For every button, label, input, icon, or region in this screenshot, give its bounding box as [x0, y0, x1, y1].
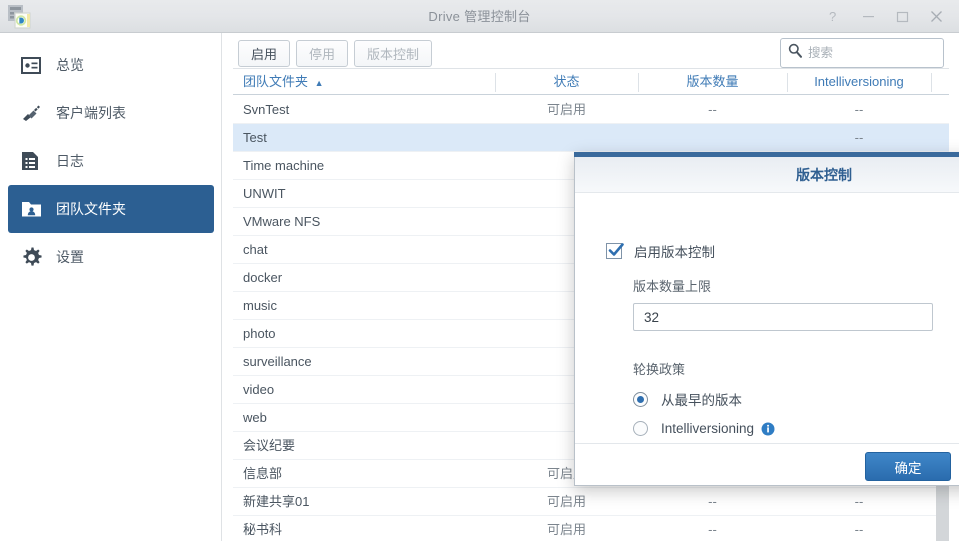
sidebar-item-client-list[interactable]: 客户端列表 — [8, 89, 214, 137]
column-header-intelliversioning[interactable]: Intelliversioning — [787, 69, 931, 95]
rotation-policy-label: 轮换政策 — [633, 359, 685, 378]
cell-version-count — [638, 124, 787, 152]
cell-team-folder: 会议纪要 — [243, 432, 295, 460]
cell-intelliversioning: -- — [787, 96, 931, 124]
ok-button[interactable]: 确定 — [865, 452, 951, 481]
column-divider[interactable] — [931, 73, 932, 92]
enable-button[interactable]: 启用 — [238, 40, 290, 67]
sidebar-item-label: 客户端列表 — [56, 103, 126, 123]
cell-team-folder: chat — [243, 236, 268, 264]
radio-intelliversioning[interactable] — [633, 421, 648, 436]
table-row[interactable]: 秘书科可启用---- — [233, 516, 949, 541]
minimize-button[interactable] — [853, 4, 883, 30]
main-content: 启用 停用 版本控制 团队文件夹 ▲ 状态 — [223, 33, 959, 541]
max-versions-label: 版本数量上限 — [633, 276, 711, 295]
cell-intelliversioning: -- — [787, 516, 931, 541]
search-input[interactable] — [808, 46, 934, 60]
column-header-team-folder[interactable]: 团队文件夹 ▲ — [243, 69, 324, 95]
maximize-button[interactable] — [887, 4, 917, 30]
cell-team-folder: surveillance — [243, 348, 312, 376]
rotation-option-label: Intelliversioning — [661, 421, 754, 436]
cell-state: 可启用 — [495, 516, 638, 541]
cell-team-folder: 秘书科 — [243, 516, 282, 541]
rotation-option-intelliversioning[interactable]: Intelliversioning — [633, 421, 775, 436]
cell-team-folder: docker — [243, 264, 282, 292]
client-list-icon — [21, 104, 47, 123]
dialog-footer: 确定 取消 — [575, 443, 959, 485]
enable-version-control-label: 启用版本控制 — [634, 241, 715, 261]
cell-team-folder: photo — [243, 320, 276, 348]
cell-team-folder: video — [243, 376, 274, 404]
cell-team-folder: Test — [243, 124, 267, 152]
table-row[interactable]: Test -- — [233, 124, 949, 152]
drive-admin-console-window: Drive 管理控制台 ? — [0, 0, 959, 541]
info-icon[interactable] — [761, 422, 775, 436]
cell-version-count: -- — [638, 488, 787, 516]
svg-text:?: ? — [829, 10, 836, 23]
sidebar: 总览 客户端列表 — [0, 33, 222, 541]
cell-team-folder: music — [243, 292, 277, 320]
sidebar-item-settings[interactable]: 设置 — [8, 233, 214, 281]
rotation-option-label: 从最早的版本 — [661, 389, 742, 409]
sidebar-item-label: 总览 — [56, 55, 84, 75]
overview-icon — [21, 57, 47, 74]
dialog-body: 启用版本控制 版本数量上限 轮换政策 从最早的版本 Intelliversion… — [575, 193, 959, 445]
cell-version-count: -- — [638, 516, 787, 541]
sidebar-item-log[interactable]: 日志 — [8, 137, 214, 185]
cell-team-folder: web — [243, 404, 267, 432]
max-versions-input[interactable] — [633, 303, 933, 331]
sidebar-item-overview[interactable]: 总览 — [8, 41, 214, 89]
table-row[interactable]: SvnTest可启用---- — [233, 96, 949, 124]
disable-button[interactable]: 停用 — [296, 40, 348, 67]
column-header-state[interactable]: 状态 — [495, 69, 638, 95]
column-header-version-count[interactable]: 版本数量 — [638, 69, 787, 95]
dialog-title: 版本控制 — [575, 157, 959, 193]
enable-version-control-checkbox[interactable] — [606, 243, 622, 259]
cell-intelliversioning: -- — [787, 124, 931, 152]
sort-asc-icon: ▲ — [315, 78, 324, 88]
rotation-option-oldest[interactable]: 从最早的版本 — [633, 389, 742, 409]
table-row[interactable]: 新建共享01可启用---- — [233, 488, 949, 516]
cell-team-folder: 新建共享01 — [243, 488, 309, 516]
close-button[interactable] — [921, 4, 951, 30]
cell-team-folder: VMware NFS — [243, 208, 320, 236]
cell-state: 可启用 — [495, 488, 638, 516]
cell-intelliversioning: -- — [787, 488, 931, 516]
radio-oldest-version[interactable] — [633, 392, 648, 407]
window-title: Drive 管理控制台 — [0, 0, 959, 33]
cell-team-folder: 信息部 — [243, 460, 282, 488]
search-box[interactable] — [780, 38, 944, 68]
sidebar-item-label: 日志 — [56, 151, 84, 171]
sidebar-item-label: 团队文件夹 — [56, 199, 126, 219]
sidebar-item-label: 设置 — [56, 247, 84, 267]
settings-gear-icon — [21, 247, 47, 268]
cell-state — [495, 124, 638, 152]
window-controls: ? — [819, 0, 951, 33]
log-icon — [21, 151, 47, 171]
version-control-button[interactable]: 版本控制 — [354, 40, 432, 67]
team-folder-icon — [21, 200, 47, 218]
table-header: 团队文件夹 ▲ 状态 版本数量 Intelliversioning — [233, 68, 949, 95]
sidebar-item-team-folder[interactable]: 团队文件夹 — [8, 185, 214, 233]
cell-team-folder: UNWIT — [243, 180, 286, 208]
cell-team-folder: SvnTest — [243, 96, 289, 124]
cell-version-count: -- — [638, 96, 787, 124]
title-bar: Drive 管理控制台 ? — [0, 0, 959, 33]
search-icon — [788, 43, 802, 63]
enable-version-control-row[interactable]: 启用版本控制 — [606, 241, 715, 261]
version-control-dialog: 版本控制 启用版本控制 版本数量上限 轮换政策 — [574, 152, 959, 486]
checkmark-icon — [607, 241, 625, 259]
cell-state: 可启用 — [495, 96, 638, 124]
cell-team-folder: Time machine — [243, 152, 324, 180]
help-button[interactable]: ? — [819, 4, 849, 30]
